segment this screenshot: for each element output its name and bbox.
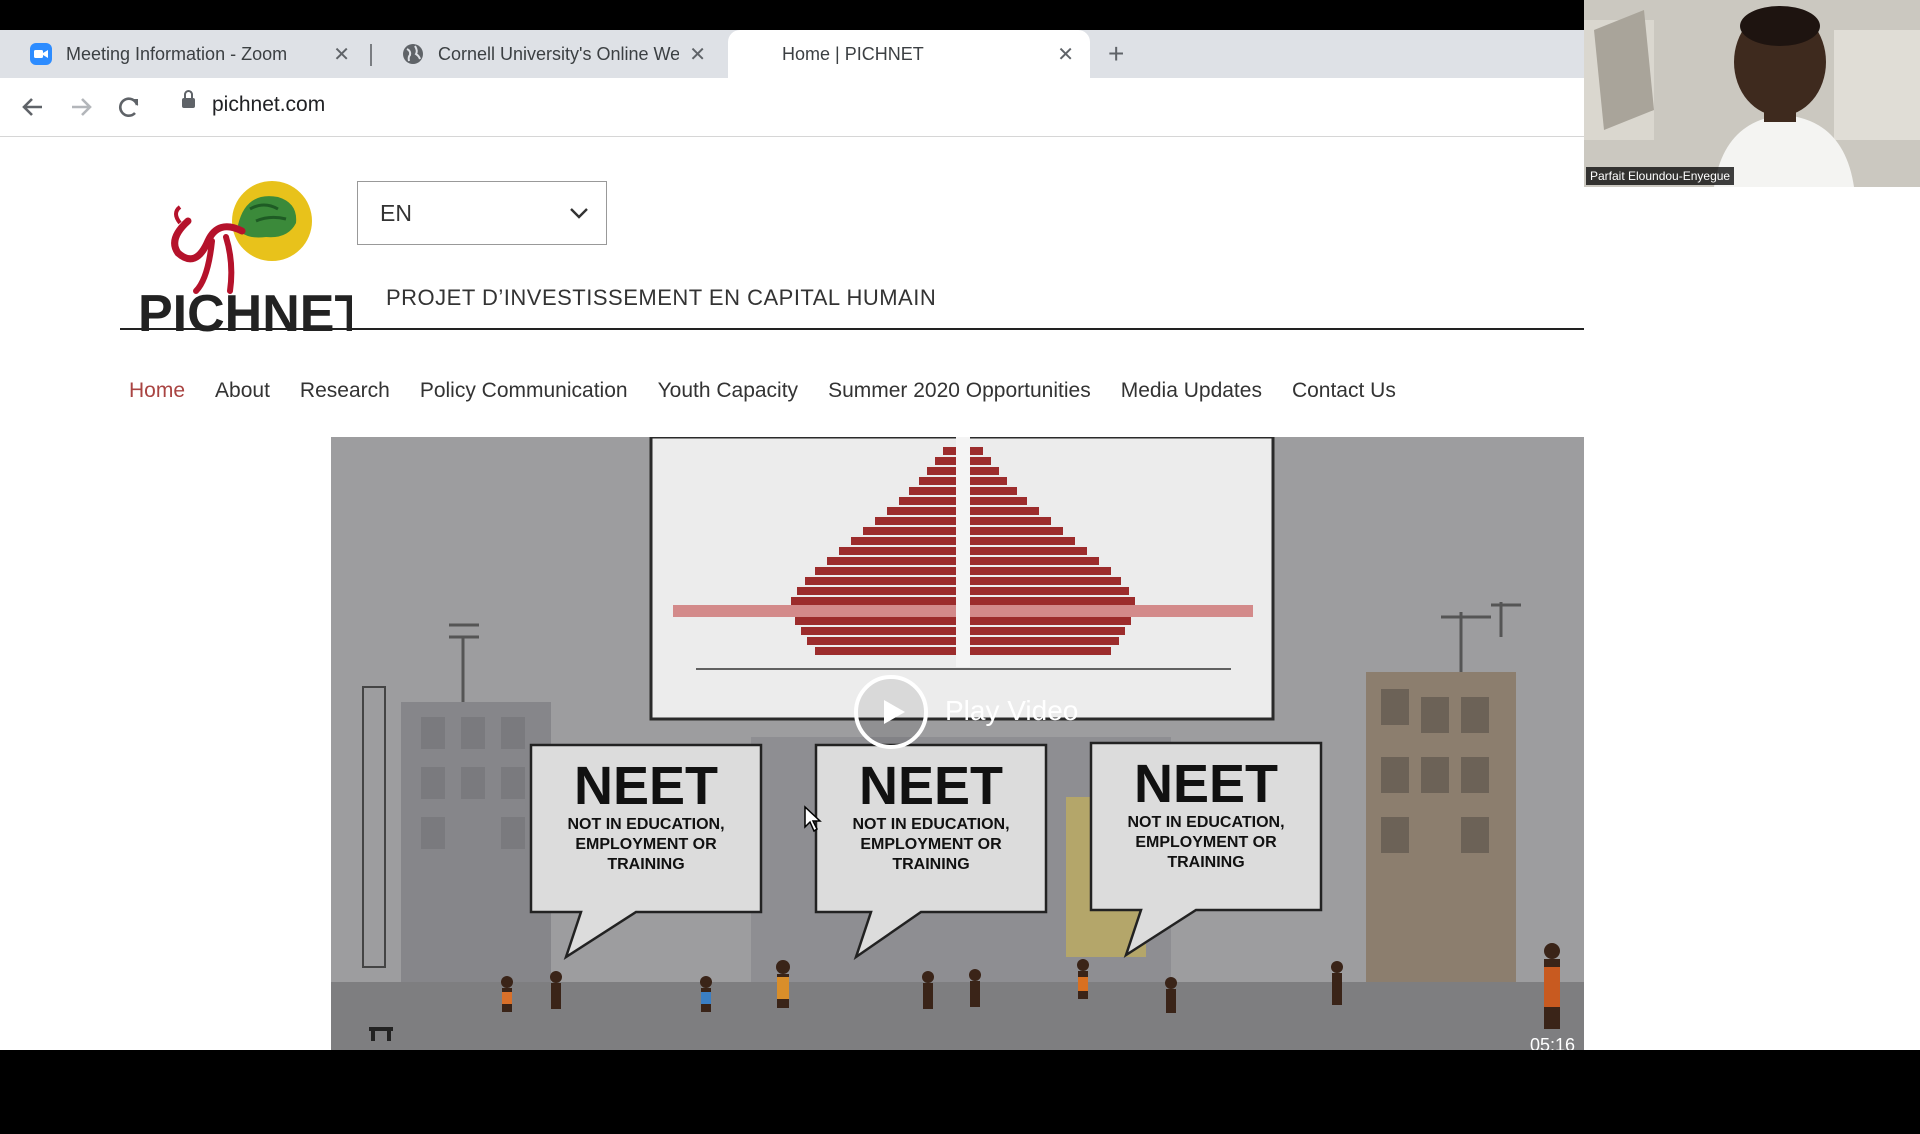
- new-tab-icon[interactable]: +: [1108, 30, 1124, 78]
- nav-summer-2020-opportunities[interactable]: Summer 2020 Opportunities: [828, 379, 1091, 403]
- globe-icon: [403, 44, 423, 64]
- nav-about[interactable]: About: [215, 379, 270, 403]
- video-duration: 05:16: [1529, 1035, 1575, 1050]
- lock-icon[interactable]: [182, 90, 195, 108]
- tab-zoom[interactable]: Meeting Information - Zoom ✕: [0, 30, 366, 78]
- bubble-text: NOT IN EDUCATION, EMPLOYMENT OR TRAINING: [1127, 814, 1285, 871]
- forward-icon[interactable]: [68, 92, 94, 122]
- nav-contact-us[interactable]: Contact Us: [1292, 379, 1396, 403]
- back-icon[interactable]: [20, 92, 46, 122]
- reload-icon[interactable]: [116, 92, 142, 122]
- nav-research[interactable]: Research: [300, 379, 390, 403]
- close-tab-icon[interactable]: ✕: [1057, 42, 1074, 67]
- bubble-headline: NEET: [1133, 754, 1279, 814]
- main-nav: Home About Research Policy Communication…: [129, 379, 1426, 403]
- bubble-headline: NEET: [573, 756, 719, 816]
- play-icon[interactable]: [852, 673, 930, 751]
- logo-text: PICHNET: [138, 285, 352, 339]
- video-player[interactable]: NEET NOT IN EDUCATION, EMPLOYMENT OR TRA…: [331, 437, 1597, 1050]
- browser-toolbar: pichnet.com: [0, 78, 1584, 137]
- tab-title: Cornell University's Online Web: [438, 43, 680, 64]
- tab-pichnet[interactable]: Home | PICHNET ✕: [728, 30, 1090, 78]
- bubble-headline: NEET: [858, 756, 1004, 816]
- tab-bar: Meeting Information - Zoom ✕ Cornell Uni…: [0, 30, 1584, 78]
- participant-name: Parfait Eloundou-Enyegue: [1586, 167, 1735, 185]
- language-select[interactable]: EN: [357, 181, 607, 245]
- neet-bubble-2: NEET NOT IN EDUCATION, EMPLOYMENT OR TRA…: [816, 757, 1046, 875]
- chevron-down-icon: [570, 208, 588, 219]
- tab-title: Meeting Information - Zoom: [66, 43, 288, 64]
- bubble-text: NOT IN EDUCATION, EMPLOYMENT OR TRAINING: [852, 816, 1010, 873]
- site-tagline: PROJET D’INVESTISSEMENT EN CAPITAL HUMAI…: [386, 285, 937, 310]
- page-right-area: [1584, 187, 1920, 1050]
- window-top-bar: [0, 0, 1584, 30]
- participant-video-feed: [1584, 0, 1920, 187]
- language-value: EN: [380, 200, 412, 226]
- nav-home[interactable]: Home: [129, 379, 185, 403]
- mouse-cursor-icon: [804, 805, 822, 833]
- close-tab-icon[interactable]: ✕: [333, 42, 350, 67]
- neet-bubble-3: NEET NOT IN EDUCATION, EMPLOYMENT OR TRA…: [1091, 755, 1321, 873]
- participant-video[interactable]: Parfait Eloundou-Enyegue: [1584, 0, 1920, 187]
- neet-bubble-1: NEET NOT IN EDUCATION, EMPLOYMENT OR TRA…: [531, 757, 761, 875]
- header-divider: [120, 328, 1776, 330]
- zoom-icon: [30, 43, 52, 65]
- nav-media-updates[interactable]: Media Updates: [1121, 379, 1262, 403]
- pichnet-logo[interactable]: PICHNET: [138, 179, 352, 339]
- video-thumbnail: [331, 437, 1597, 1050]
- play-video-label[interactable]: Play Video: [945, 695, 1078, 727]
- bubble-text: NOT IN EDUCATION, EMPLOYMENT OR TRAINING: [567, 816, 725, 873]
- taskbar-area: [0, 1050, 1920, 1134]
- tab-cornell[interactable]: Cornell University's Online Web ✕: [372, 30, 722, 78]
- close-tab-icon[interactable]: ✕: [689, 42, 706, 67]
- nav-youth-capacity[interactable]: Youth Capacity: [658, 379, 799, 403]
- tab-title: Home | PICHNET: [782, 43, 924, 64]
- nav-policy-communication[interactable]: Policy Communication: [420, 379, 628, 403]
- address-bar[interactable]: pichnet.com: [212, 93, 325, 117]
